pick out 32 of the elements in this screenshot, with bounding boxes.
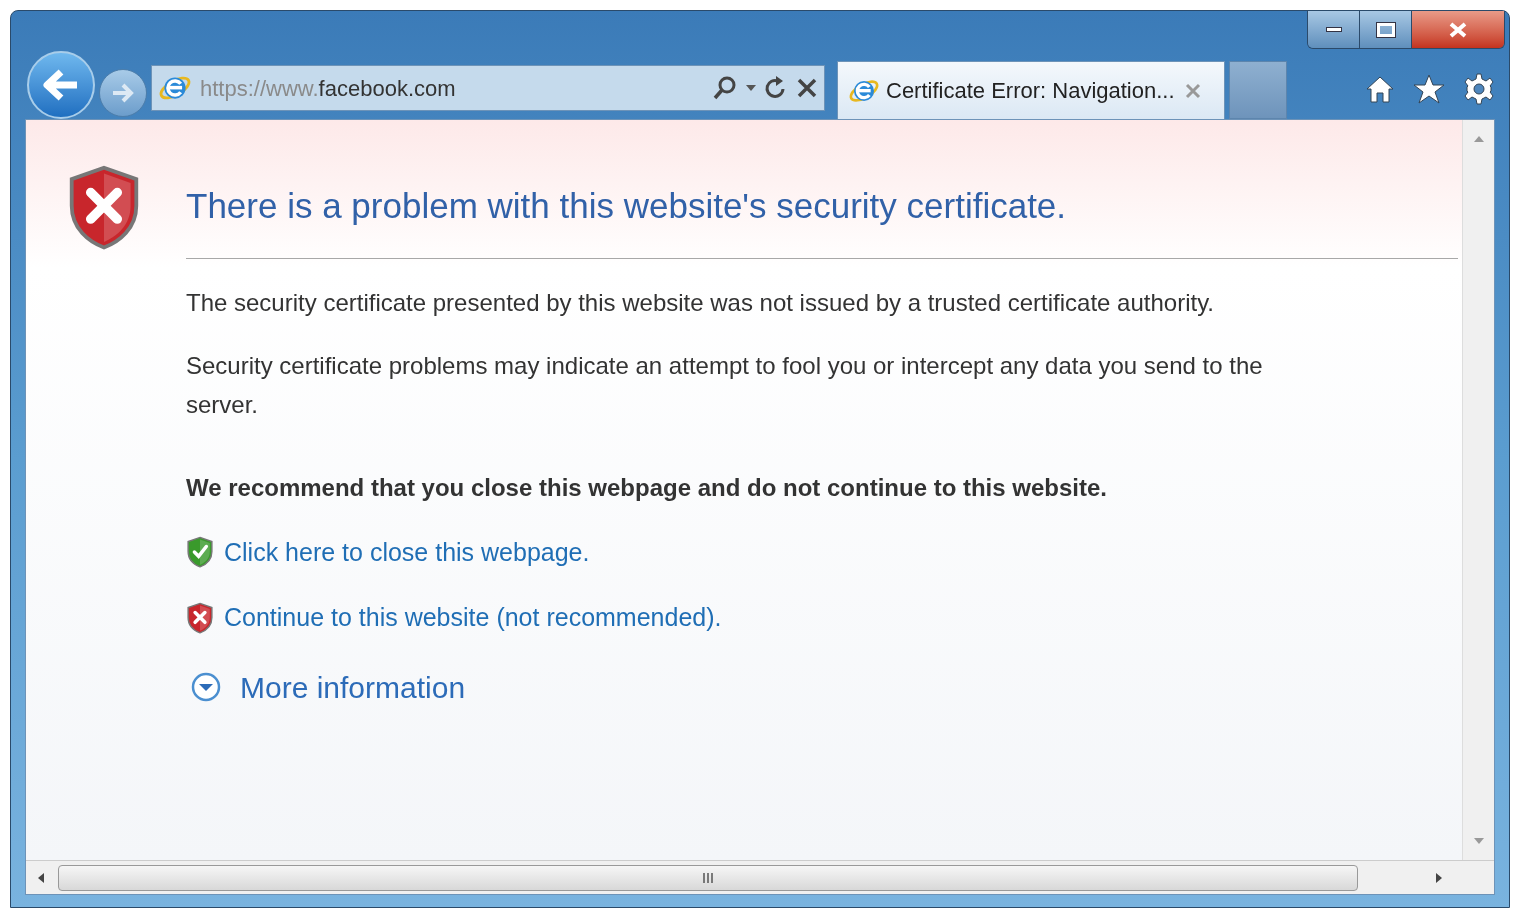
grip-icon	[702, 872, 714, 883]
forward-arrow-icon	[110, 82, 136, 104]
check-shield-icon	[186, 536, 214, 569]
horizontal-scrollbar[interactable]	[26, 860, 1494, 894]
recommendation-text: We recommend that you close this webpage and do not continue to this website.	[186, 472, 1108, 503]
search-icon[interactable]	[712, 75, 738, 101]
home-icon[interactable]	[1365, 74, 1395, 104]
minimize-button[interactable]	[1308, 11, 1360, 48]
scroll-thumb[interactable]	[58, 864, 1358, 891]
url-text: https://www.facebook.com	[200, 74, 456, 103]
page-heading: There is a problem with this website's security certificate.	[186, 164, 1458, 259]
explanation-text: The security certificate presented by this website was not issued by a trusted certificate authority.	[186, 287, 1216, 318]
dropdown-caret-icon[interactable]	[746, 85, 756, 91]
address-bar[interactable]: https://www.facebook.com	[151, 65, 825, 111]
close-button[interactable]	[1412, 11, 1504, 48]
more-information-toggle[interactable]: More information	[190, 664, 1458, 710]
x-shield-icon	[186, 601, 214, 635]
settings-icon[interactable]	[1463, 73, 1495, 105]
forward-button[interactable]	[99, 69, 147, 117]
scroll-left-icon[interactable]	[38, 872, 44, 883]
stop-icon[interactable]	[796, 77, 818, 99]
action-link[interactable]: Click here to close this webpage.	[224, 533, 590, 572]
close-icon	[1449, 21, 1467, 38]
star-icon[interactable]	[1413, 73, 1445, 105]
action-link[interactable]: Continue to this website (not recommended).	[224, 599, 722, 637]
explanation-text: Security certificate problems may indicate an attempt to fool you or intercept any data you send to the server.	[186, 350, 1264, 420]
expand-icon	[190, 671, 222, 704]
tab-title: Certificate Error: Navigation...	[886, 77, 1175, 105]
scroll-right-icon[interactable]	[1436, 872, 1442, 883]
browser-tab[interactable]: Certificate Error: Navigation...	[837, 61, 1225, 119]
tab-close-icon[interactable]	[1184, 82, 1201, 99]
maximize-button[interactable]	[1360, 11, 1412, 48]
